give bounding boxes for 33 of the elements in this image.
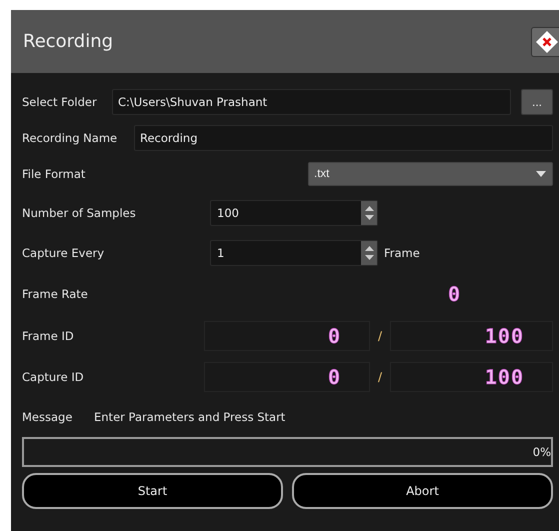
separator-text: / [376,370,384,384]
format-dropdown[interactable]: .txt [308,162,553,186]
close-button[interactable] [531,26,559,56]
separator-text: / [376,328,384,342]
field-label: Frame ID [22,328,75,342]
field-label: Number of Samples [22,206,137,220]
field-label: Capture ID [22,370,85,384]
caret-icon [536,171,546,177]
field-label: File Format [22,167,86,181]
message-label: Message [22,410,74,424]
unit-label: Frame [384,246,420,260]
current-count: 0 [328,324,341,348]
field-label: Select Folder [22,95,98,109]
browse-button[interactable]: ... [521,89,553,115]
frame-rate-display: 0 [448,282,462,306]
spin-arrows-icon [364,205,374,221]
field-label: Frame Rate [22,287,89,301]
field-label: Capture Every [22,246,106,260]
spin-arrows-icon [364,245,374,261]
total-count: 100 [484,324,524,348]
action-button[interactable]: Abort [292,473,553,509]
capture-spinbox[interactable]: 1 [210,240,378,266]
name-field[interactable]: Recording [134,125,553,151]
samples-spinbox[interactable]: 100 [210,200,378,226]
current-count: 0 [328,364,341,388]
total-count: 100 [484,364,524,388]
status-message: Enter Parameters and Press Start [94,410,286,424]
action-button[interactable]: Start [22,473,283,509]
progress-reading: 0% [532,445,551,459]
close-icon [535,30,559,54]
window-title: Recording [23,31,114,52]
field-label: Recording Name [22,131,118,145]
folder-field[interactable]: C:\Users\Shuvan Prashant [112,89,511,115]
